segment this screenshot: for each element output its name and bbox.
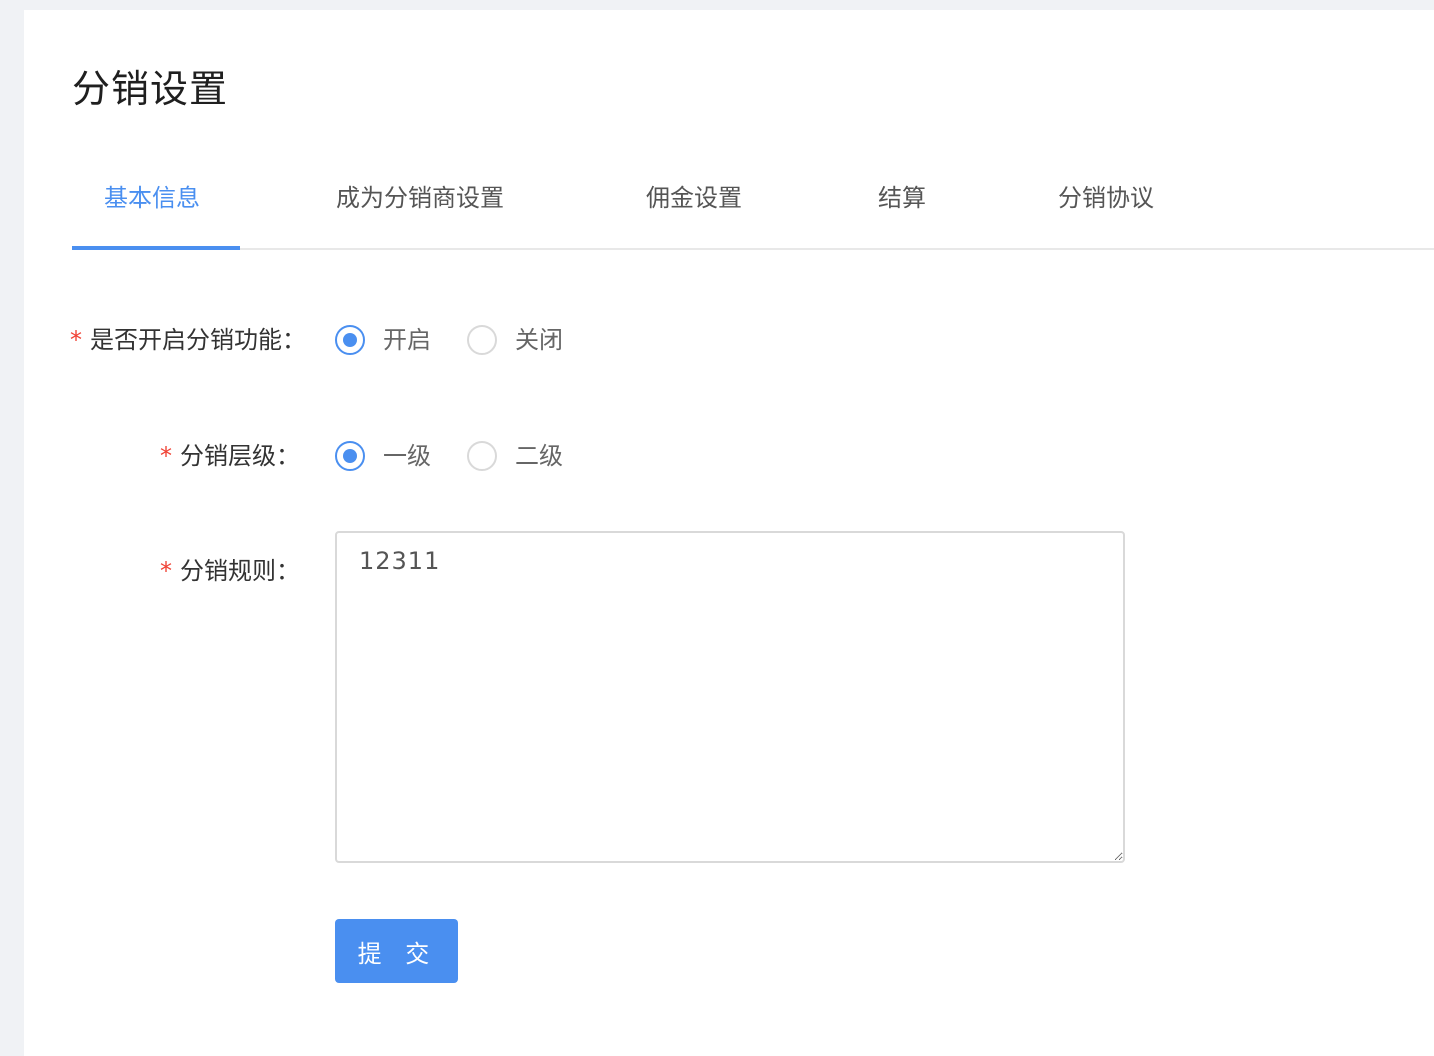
distribution-rules-label: * 分销规则： (160, 553, 300, 589)
radio-enable-on[interactable]: 开启 (335, 322, 431, 358)
radio-unchecked-icon (467, 441, 497, 471)
required-mark: * (160, 557, 172, 585)
distribution-level-label-text: 分销层级： (180, 442, 300, 470)
page-title: 分销设置 (72, 67, 229, 111)
required-mark: * (70, 326, 82, 354)
radio-enable-off[interactable]: 关闭 (467, 322, 563, 358)
active-tab-indicator (72, 246, 240, 250)
enable-distribution-label: * 是否开启分销功能： (70, 322, 306, 358)
distribution-rules-textarea[interactable]: 12311 (335, 531, 1125, 863)
tab-settlement[interactable]: 结算 (878, 180, 926, 216)
radio-enable-off-label: 关闭 (515, 326, 563, 354)
distribution-rules-label-text: 分销规则： (180, 557, 300, 585)
tab-bar: 基本信息 成为分销商设置 佣金设置 结算 分销协议 (72, 170, 1434, 250)
radio-enable-on-label: 开启 (383, 326, 431, 354)
radio-checked-icon (335, 325, 365, 355)
radio-level-one[interactable]: 一级 (335, 438, 431, 474)
tab-commission[interactable]: 佣金设置 (646, 180, 742, 216)
radio-level-two[interactable]: 二级 (467, 438, 563, 474)
required-mark: * (160, 442, 172, 470)
tab-become-distributor[interactable]: 成为分销商设置 (336, 180, 504, 216)
enable-distribution-label-text: 是否开启分销功能： (90, 326, 306, 354)
tab-basic-info[interactable]: 基本信息 (104, 180, 200, 216)
settings-card: 分销设置 基本信息 成为分销商设置 佣金设置 结算 分销协议 * 是否开启分销功能… (24, 10, 1434, 1056)
submit-button[interactable]: 提 交 (335, 919, 458, 983)
tab-agreement[interactable]: 分销协议 (1058, 180, 1154, 216)
radio-level-two-label: 二级 (515, 442, 563, 470)
radio-unchecked-icon (467, 325, 497, 355)
distribution-level-label: * 分销层级： (160, 438, 300, 474)
radio-level-one-label: 一级 (383, 442, 431, 470)
radio-checked-icon (335, 441, 365, 471)
